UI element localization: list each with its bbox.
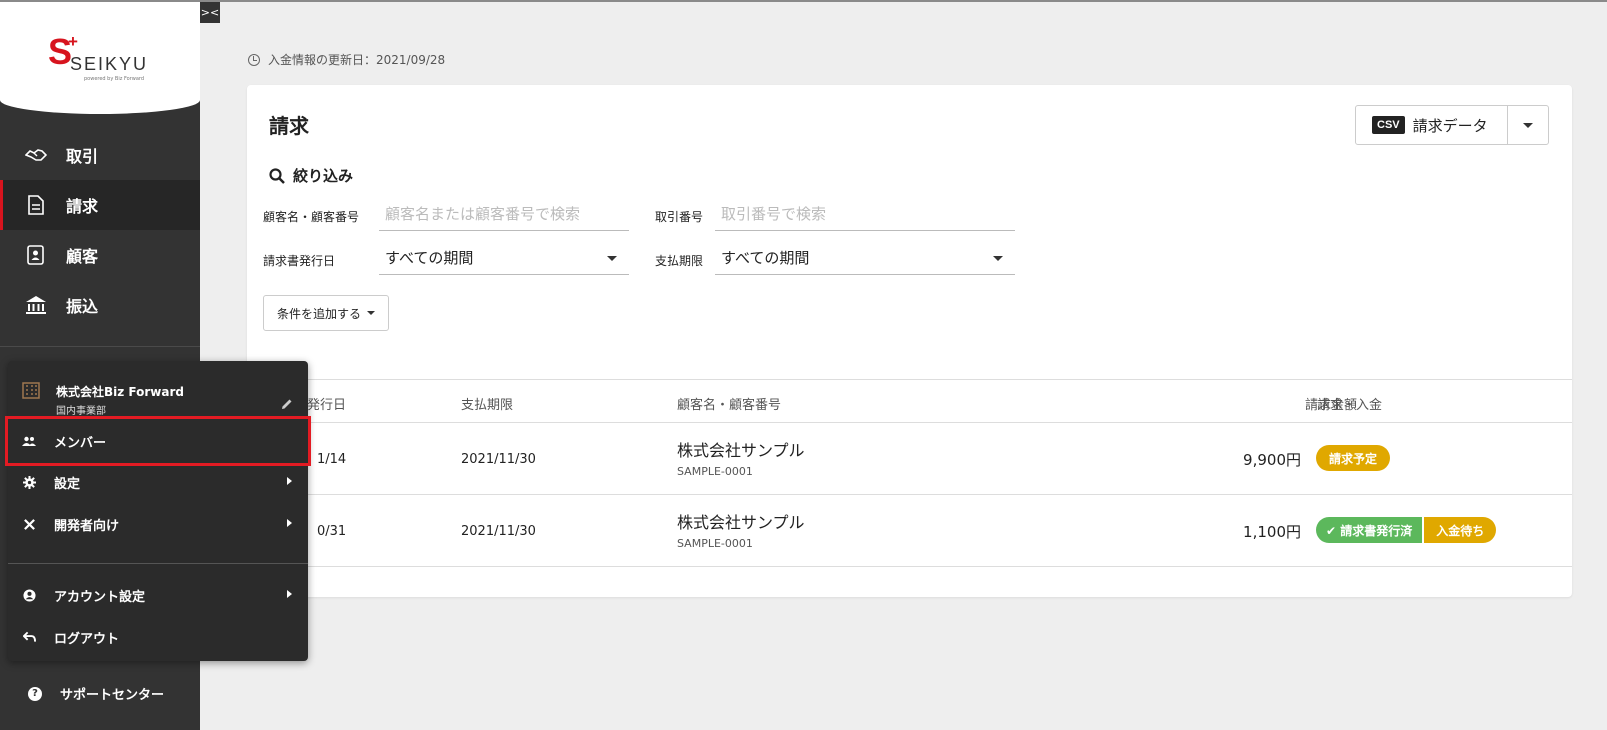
filter-heading: 絞り込み [269,165,353,186]
building-icon [22,382,40,399]
bank-icon [24,293,48,317]
filter-title: 絞り込み [293,167,354,185]
row-issue-date: 0/31 [317,524,347,539]
header-issue-date[interactable]: 発行日 [307,394,346,413]
chevron-right-icon [287,590,292,598]
caret-down-icon [993,256,1003,261]
chevron-right-icon [287,477,292,485]
csv-dropdown-button[interactable] [1508,106,1548,144]
caret-down-icon [607,256,617,261]
handshake-icon [24,143,48,167]
logo-area: S + SEIKYU powered by Biz Forward [0,2,200,114]
invoice-table: 発行日 支払期限 顧客名・顧客番号 請求金額 請求・入金 1/14 2021/1… [247,379,1572,567]
chevrons-icon: >< [200,6,220,19]
due-date-select[interactable]: すべての期間 [715,241,1015,275]
status-badge: 請求予定 [1316,445,1390,471]
collapse-sidebar-button[interactable]: >< [200,2,220,23]
invoice-card: 請求 CSV 請求データ 絞り込み 顧客名・顧客番号 顧客名または顧客番号で検索… [247,85,1572,597]
status-badge: ✔ 請求書発行済 [1316,517,1423,543]
issue-date-select[interactable]: すべての期間 [379,241,629,275]
sidebar-item-label: 請求 [66,197,99,216]
logo[interactable]: S + SEIKYU powered by Biz Forward [48,32,158,84]
row-customer-name: 株式会社サンプル [677,441,805,460]
due-date-filter-label: 支払期限 [655,254,704,268]
organization-popup-menu: 株式会社Biz Forward 国内事業部 メンバー 設定 開発者向け アカウン… [5,361,311,661]
contact-icon [24,243,48,267]
table-row[interactable]: 0/31 2021/11/30 株式会社サンプル SAMPLE-0001 1,1… [247,495,1572,567]
caret-down-icon [367,311,375,315]
menu-item-account-settings[interactable]: アカウント設定 [8,574,308,616]
csv-export-label: 請求データ [1412,116,1488,135]
header-due-date[interactable]: 支払期限 [461,394,513,413]
status-badge: 入金待ち [1424,517,1497,543]
gear-icon [22,475,36,489]
edit-icon[interactable] [280,397,294,411]
row-amount: 9,900円 [1243,451,1301,469]
menu-item-label: アカウント設定 [54,589,146,605]
people-icon [22,434,36,448]
trade-number-filter-label: 取引番号 [655,210,704,224]
menu-item-developers[interactable]: 開発者向け [8,503,308,545]
row-customer-number: SAMPLE-0001 [677,537,753,550]
menu-item-label: 開発者向け [54,518,120,534]
search-icon [269,167,285,184]
menu-item-label: メンバー [54,435,107,451]
table-row[interactable]: 1/14 2021/11/30 株式会社サンプル SAMPLE-0001 9,9… [247,423,1572,495]
menu-item-settings[interactable]: 設定 [8,461,308,503]
logo-text: SEIKYU [70,54,149,74]
sidebar-item-torihiki[interactable]: 取引 [0,130,200,180]
support-center-link[interactable]: ? サポートセンター [28,684,164,703]
row-amount: 1,100円 [1243,523,1301,541]
status-badge-group: ✔ 請求書発行済 入金待ち [1316,517,1497,543]
sidebar-item-label: 顧客 [66,247,99,266]
organization-info: 株式会社Biz Forward 国内事業部 [22,381,302,421]
page-title: 請求 [269,114,309,138]
trade-number-search-input[interactable]: 取引番号で検索 [715,197,1015,231]
csv-export-button-group: CSV 請求データ [1355,105,1549,145]
header-customer[interactable]: 顧客名・顧客番号 [677,394,781,413]
sidebar-item-furikomi[interactable]: 振込 [0,280,200,330]
document-icon [24,193,48,217]
csv-icon: CSV [1372,116,1405,134]
menu-item-logout[interactable]: ログアウト [8,616,308,658]
row-issue-date: 1/14 [317,452,347,467]
help-icon: ? [28,686,42,701]
organization-name: 株式会社Biz Forward [56,385,184,399]
payment-updated-info: 入金情報の更新日：2021/09/28 [248,51,445,68]
sidebar-item-seikyu[interactable]: 請求 [0,180,200,230]
popup-divider [8,563,308,564]
support-label: サポートセンター [60,688,165,703]
caret-down-icon [1523,122,1533,128]
row-due-date: 2021/11/30 [461,524,536,539]
menu-item-label: 設定 [54,476,81,492]
organization-department: 国内事業部 [56,406,106,417]
header-status[interactable]: 請求・入金 [1317,394,1382,413]
row-due-date: 2021/11/30 [461,452,536,467]
menu-item-members[interactable]: メンバー [5,416,311,466]
account-icon [22,588,36,602]
customer-search-input[interactable]: 顧客名または顧客番号で検索 [379,197,629,231]
menu-item-label: ログアウト [54,631,120,647]
top-border [0,0,1607,2]
clock-icon [248,53,260,66]
sidebar-item-kokyaku[interactable]: 顧客 [0,230,200,280]
add-condition-button[interactable]: 条件を追加する [263,295,389,331]
sidebar-divider [0,346,200,347]
table-header: 発行日 支払期限 顧客名・顧客番号 請求金額 請求・入金 [247,379,1572,423]
tools-icon [22,517,36,531]
csv-export-button[interactable]: CSV 請求データ [1356,106,1508,144]
row-customer-number: SAMPLE-0001 [677,465,753,478]
sidebar-nav: 取引 請求 顧客 振込 [0,130,200,330]
logo-powered: powered by Biz Forward [84,76,145,82]
row-customer-name: 株式会社サンプル [677,513,805,532]
customer-filter-label: 顧客名・顧客番号 [263,210,360,224]
logout-icon [22,630,36,644]
sidebar-item-label: 振込 [66,297,99,316]
chevron-right-icon [287,519,292,527]
updated-text: 入金情報の更新日：2021/09/28 [268,53,446,67]
sidebar-item-label: 取引 [66,147,99,166]
issue-date-filter-label: 請求書発行日 [263,254,336,268]
